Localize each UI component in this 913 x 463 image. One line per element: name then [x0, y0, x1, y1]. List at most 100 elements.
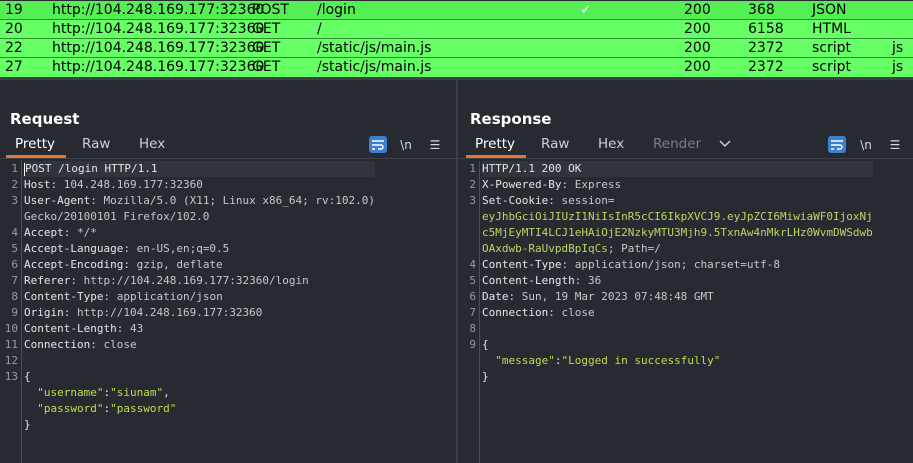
code-line: } — [482, 369, 873, 385]
tab-hex[interactable]: Hex — [598, 136, 624, 152]
json-key: "message" — [495, 354, 555, 367]
line-number: 5 — [11, 242, 18, 255]
line-number: 8 — [469, 322, 476, 335]
header-value: : application/json — [103, 290, 223, 303]
row-status: 200 — [684, 59, 711, 75]
request-tabs: Pretty Raw Hex — [0, 136, 456, 158]
row-length: 2372 — [748, 59, 784, 75]
header-name: Content-Length — [24, 322, 117, 335]
table-row[interactable]: 22 http://104.248.169.177:32360 GET /sta… — [0, 39, 913, 58]
show-newlines-button[interactable]: \n — [397, 136, 415, 153]
row-host: http://104.248.169.177:32360 — [52, 2, 265, 18]
header-name: Accept — [24, 226, 64, 239]
line-number: 13 — [4, 370, 18, 383]
table-row[interactable]: 19 http://104.248.169.177:32360 POST /lo… — [0, 1, 913, 20]
tab-rule — [0, 158, 456, 159]
header-value: Gecko/20100101 Firefox/102.0 — [24, 210, 210, 223]
line-number: 2 — [469, 178, 476, 191]
cookie-value: eyJhbGciOiJIUzI1NiIsInR5cCI6IkpXVCJ9.eyJ… — [482, 210, 873, 223]
tab-render[interactable]: Render — [653, 136, 701, 152]
header-value: : http://104.248.169.177:32360 — [63, 306, 263, 319]
chevron-down-icon — [719, 140, 731, 148]
row-host: http://104.248.169.177:32360 — [52, 59, 265, 75]
line-number: 4 — [469, 258, 476, 271]
line-number: 4 — [11, 226, 18, 239]
table-row[interactable]: 27 http://104.248.169.177:32360 GET /sta… — [0, 58, 913, 77]
code-line: Referer: http://104.248.169.177:32360/lo… — [24, 273, 375, 289]
code-line: User-Agent: Mozilla/5.0 (X11; Linux x86_… — [24, 193, 375, 209]
header-name: { — [24, 370, 31, 383]
response-editor[interactable]: 1 2 3 4 5 6 7 8 9 HTTP/1.1 200 OK X-Powered-By: E… — [458, 161, 913, 463]
header-value: : Mozilla/5.0 (X11; Linux x86_64; rv:102… — [90, 194, 376, 207]
table-row[interactable]: 20 http://104.248.169.177:32360 GET / 20… — [0, 20, 913, 39]
tab-pretty[interactable]: Pretty — [475, 136, 515, 152]
json-brace: } — [24, 418, 31, 431]
code-line: Content-Length: 36 — [482, 273, 873, 289]
render-dropdown-button[interactable] — [719, 136, 731, 152]
line-number: 2 — [11, 178, 18, 191]
code-line: Connection: close — [24, 337, 375, 353]
header-name: { — [482, 338, 489, 351]
row-url: /static/js/main.js — [317, 59, 432, 75]
line-number — [458, 241, 476, 257]
tab-hex[interactable]: Hex — [139, 136, 165, 152]
header-value: : session= — [548, 194, 615, 207]
wrap-icon — [372, 139, 384, 150]
code-line: X-Powered-By: Express — [482, 177, 873, 193]
response-pane: Response Pretty Raw Hex Render \n ☰ 1 2 3 4… — [458, 80, 913, 463]
code-line: "username":"siunam", — [24, 385, 375, 401]
code-line: OAxdwb-RaUvpdBpIqCs; Path=/ — [482, 241, 873, 257]
json-key: "password" — [37, 402, 104, 415]
show-newlines-button[interactable]: \n — [857, 136, 875, 153]
line-number: 9 — [11, 306, 18, 319]
header-name: POST /login HTTP/1.1 — [25, 162, 158, 175]
wrap-lines-button[interactable] — [369, 136, 387, 153]
row-mime: script — [812, 40, 852, 56]
code-line: Gecko/20100101 Firefox/102.0 — [24, 209, 375, 225]
code-line: c5MjEyMTI4LCJ1eHAiOjE2NzkyMTU3Mjh9.5TxnA… — [482, 225, 873, 241]
code-line: Accept: */* — [24, 225, 375, 241]
row-length: 2372 — [748, 40, 784, 56]
line-number — [0, 385, 18, 401]
request-title: Request — [10, 110, 80, 128]
json-comma: , — [163, 386, 170, 399]
row-number: 22 — [5, 40, 23, 56]
request-text[interactable]: POST /login HTTP/1.1 Host: 104.248.169.17… — [24, 161, 376, 433]
tab-raw[interactable]: Raw — [82, 136, 110, 152]
line-number — [0, 209, 18, 225]
cookie-attributes: ; Path=/ — [607, 242, 661, 255]
line-number: 9 — [469, 338, 476, 351]
header-name: Referer — [24, 274, 71, 287]
line-number: 3 — [11, 194, 18, 207]
row-extension: js — [892, 40, 904, 56]
header-name: HTTP/1.1 200 OK — [482, 162, 582, 175]
header-value: : Sun, 19 Mar 2023 07:48:48 GMT — [508, 290, 714, 303]
cookie-value: c5MjEyMTI4LCJ1eHAiOjE2NzkyMTU3Mjh9.5TxnA… — [482, 226, 873, 239]
row-number: 20 — [5, 21, 23, 37]
line-number: 6 — [469, 290, 476, 303]
row-host: http://104.248.169.177:32360 — [52, 40, 265, 56]
line-number: 10 — [4, 322, 18, 335]
request-editor[interactable]: 1 2 3 4 5 6 7 8 9 10 11 12 13 POST /login HTTP/1.1 Ho… — [0, 161, 456, 463]
line-number — [0, 417, 18, 433]
row-host: http://104.248.169.177:32360 — [52, 21, 265, 37]
header-name: X-Powered-By — [482, 178, 562, 191]
tab-raw[interactable]: Raw — [541, 136, 569, 152]
line-number — [0, 401, 18, 417]
header-name: Set-Cookie — [482, 194, 549, 207]
menu-icon[interactable]: ☰ — [426, 136, 444, 153]
wrap-lines-button[interactable] — [828, 136, 846, 153]
line-number: 1 — [11, 162, 18, 175]
json-value: "Logged in successfully" — [561, 354, 721, 367]
tab-pretty[interactable]: Pretty — [15, 136, 55, 152]
response-text[interactable]: HTTP/1.1 200 OK X-Powered-By: Express Set-… — [482, 161, 873, 385]
row-status: 200 — [684, 40, 711, 56]
menu-icon[interactable]: ☰ — [886, 136, 904, 153]
header-value: : close — [548, 306, 595, 319]
row-status: 200 — [684, 2, 711, 18]
header-value: : http://104.248.169.177:32360/login — [70, 274, 309, 287]
line-number — [458, 225, 476, 241]
